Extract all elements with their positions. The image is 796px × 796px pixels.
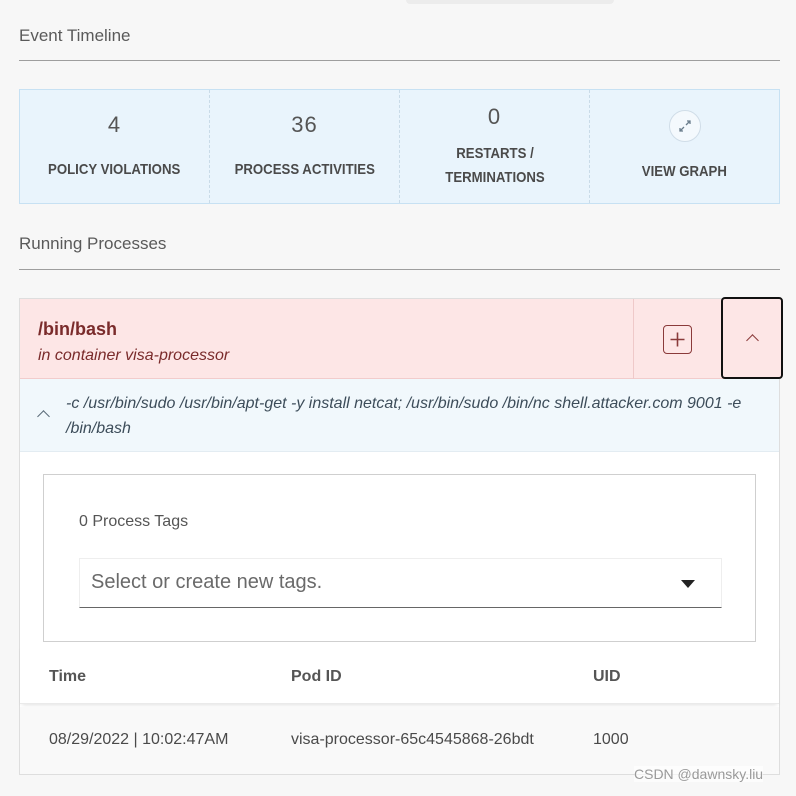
- stat-label: PROCESS ACTIVITIES: [234, 160, 375, 178]
- stat-label: VIEW GRAPH: [641, 162, 728, 180]
- chevron-up-icon: [745, 334, 759, 347]
- process-tags-count: 0 Process Tags: [79, 513, 189, 530]
- tags-select[interactable]: Select or create new tags.: [79, 558, 722, 608]
- table-row: 08/29/2022 | 10:02:47AM visa-processor-6…: [20, 707, 779, 774]
- plus-icon: [670, 332, 685, 346]
- chevron-up-icon[interactable]: [37, 410, 50, 423]
- add-button-cell: [633, 299, 721, 379]
- collapse-button[interactable]: [721, 297, 783, 379]
- process-header: /bin/bash in container visa-processor: [20, 297, 783, 379]
- process-tags-box: 0 Process Tags Select or create new tags…: [43, 474, 756, 642]
- event-timeline-heading: Event Timeline: [19, 26, 780, 61]
- process-card: /bin/bash in container visa-processor -c…: [19, 297, 783, 775]
- event-stats-panel: 4 POLICY VIOLATIONS 36 PROCESS ACTIVITIE…: [19, 89, 780, 204]
- table-header: Time Pod ID UID: [20, 644, 779, 704]
- watermark: CSDN @dawnsky.liu: [634, 766, 764, 782]
- stat-label: RESTARTS / TERMINATIONS: [444, 144, 545, 186]
- stat-value: 0: [487, 103, 502, 129]
- running-processes-heading: Running Processes: [19, 234, 780, 270]
- column-header-time: Time: [49, 668, 87, 685]
- process-container: in container visa-processor: [38, 347, 230, 364]
- top-tab-edge: [406, 0, 614, 4]
- stat-restarts-terminations[interactable]: 0 RESTARTS / TERMINATIONS: [400, 90, 590, 203]
- cell-pod-id: visa-processor-65c4545868-26bdt: [291, 731, 534, 748]
- cell-time: 08/29/2022 | 10:02:47AM: [49, 731, 229, 748]
- process-args-row[interactable]: -c /usr/bin/sudo /usr/bin/apt-get -y ins…: [20, 379, 779, 452]
- cell-uid: 1000: [593, 731, 629, 748]
- view-graph-button[interactable]: VIEW GRAPH: [590, 90, 779, 203]
- caret-down-icon[interactable]: [681, 580, 695, 588]
- stat-policy-violations[interactable]: 4 POLICY VIOLATIONS: [20, 90, 210, 203]
- column-header-pod-id: Pod ID: [291, 668, 342, 685]
- add-button[interactable]: [663, 324, 692, 354]
- stat-process-activities[interactable]: 36 PROCESS ACTIVITIES: [210, 90, 400, 203]
- stat-value: 4: [107, 111, 122, 137]
- process-args: -c /usr/bin/sudo /usr/bin/apt-get -y ins…: [66, 395, 742, 437]
- expand-icon: [668, 109, 701, 142]
- stat-label: POLICY VIOLATIONS: [48, 160, 181, 178]
- stat-value: 36: [291, 111, 318, 137]
- process-name: /bin/bash: [38, 319, 118, 339]
- column-header-uid: UID: [593, 668, 621, 685]
- tags-placeholder: Select or create new tags.: [91, 571, 323, 593]
